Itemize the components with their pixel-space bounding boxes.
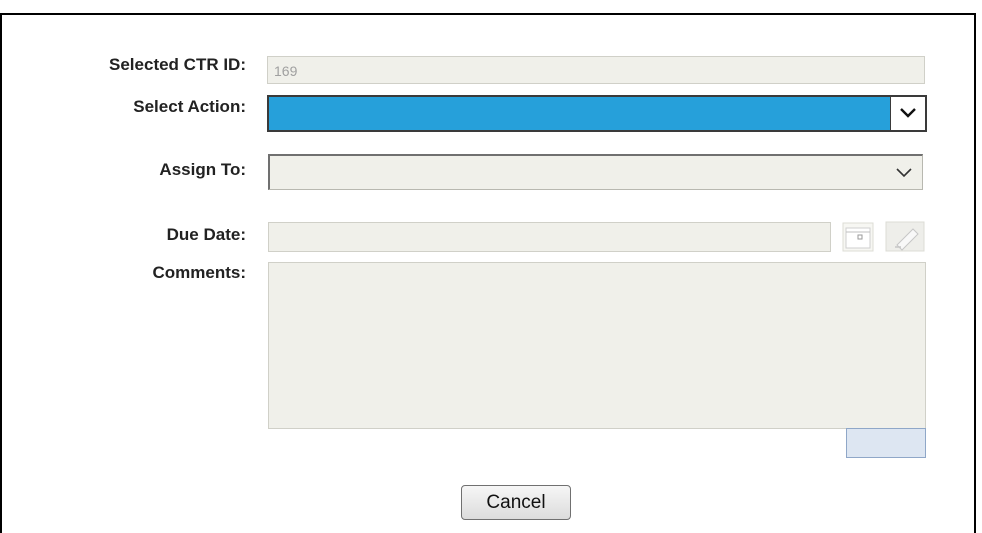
- ctr-id-label: Selected CTR ID:: [109, 55, 246, 74]
- calendar-icon[interactable]: [842, 222, 874, 252]
- cancel-button[interactable]: Cancel: [461, 485, 571, 520]
- comments-label: Comments:: [152, 263, 246, 282]
- chevron-down-icon: [900, 108, 916, 118]
- assign-to-dropdown[interactable]: [268, 154, 923, 190]
- due-date-label: Due Date:: [166, 225, 246, 244]
- select-action-arrow[interactable]: [890, 97, 925, 130]
- pencil-eraser-icon[interactable]: [885, 221, 925, 252]
- select-action-label: Select Action:: [133, 97, 246, 116]
- ctr-id-field: 169: [267, 56, 925, 84]
- select-action-dropdown[interactable]: [267, 95, 927, 132]
- due-date-field[interactable]: [268, 222, 831, 252]
- assign-to-label: Assign To:: [159, 160, 246, 179]
- comments-textarea[interactable]: [268, 262, 926, 429]
- chevron-down-icon: [896, 168, 912, 178]
- resize-handle[interactable]: [846, 428, 926, 458]
